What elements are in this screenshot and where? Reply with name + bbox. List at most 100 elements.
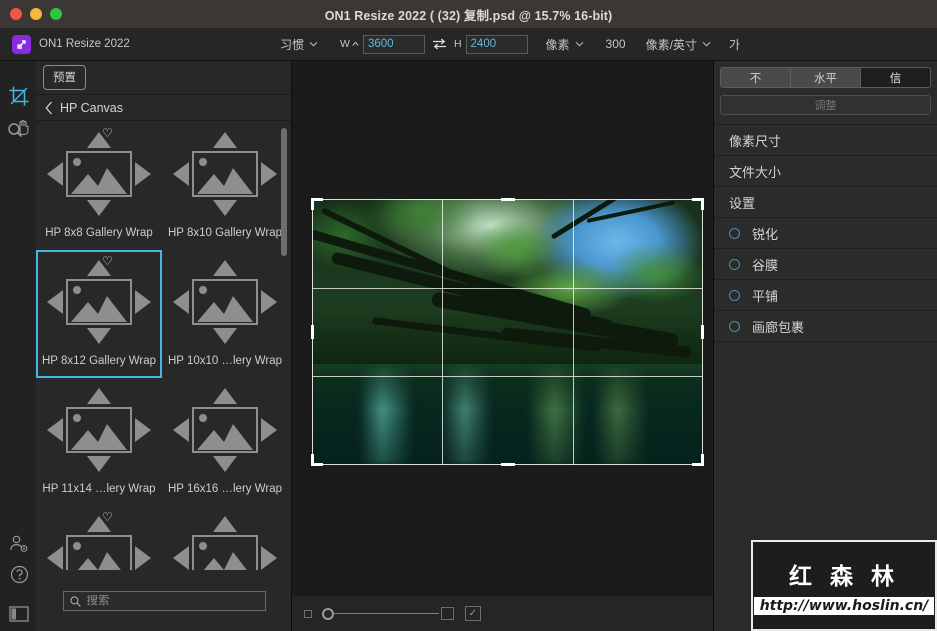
panel-row-pixel-dimensions[interactable]: 像素尺寸: [714, 125, 937, 156]
preset-item[interactable]: HP 8x10 Gallery Wrap: [162, 122, 288, 250]
heart-outline-icon[interactable]: ♡: [102, 511, 113, 523]
panel-row-tile[interactable]: 平铺: [714, 280, 937, 311]
preset-label: HP 11x14 …lery Wrap: [42, 482, 155, 496]
preset-item[interactable]: HP 10x10 …lery Wrap: [162, 250, 288, 378]
radio-icon[interactable]: [729, 259, 740, 270]
width-input[interactable]: [363, 35, 425, 54]
panel-row-label: 画廊包裹: [752, 317, 804, 336]
zoom-slider-handle[interactable]: [322, 608, 334, 620]
presets-chip[interactable]: 预置: [43, 65, 86, 90]
right-panel-tabs: 不 水平 信: [720, 67, 931, 88]
panel-row-file-size[interactable]: 文件大小: [714, 156, 937, 187]
search-input[interactable]: [87, 595, 259, 607]
brand: ON1 Resize 2022: [0, 35, 280, 54]
preset-item-selected[interactable]: ♡ HP 8x12 Gallery Wrap: [36, 250, 162, 378]
crop-handle-tr2[interactable]: [701, 198, 704, 210]
presets-search-area: [36, 571, 292, 631]
crop-frame: [312, 199, 703, 465]
canvas-area[interactable]: [292, 61, 713, 596]
resolution-units-dropdown[interactable]: 像素/英寸: [646, 36, 711, 53]
breadcrumb-label: HP Canvas: [60, 101, 123, 115]
image-resize-icon: [162, 506, 288, 570]
preset-item[interactable]: [162, 506, 288, 570]
preset-item[interactable]: HP 11x14 …lery Wrap: [36, 378, 162, 506]
right-panel-list: 像素尺寸 文件大小 设置 锐化 谷膜 平铺 画廊包裹: [714, 124, 937, 342]
crop-handle-tl2[interactable]: [311, 198, 314, 210]
resolution-value[interactable]: 300: [606, 37, 626, 51]
presets-row: ♡ HP 8x8 Gallery Wrap: [36, 122, 292, 250]
chevron-down-icon: [575, 41, 584, 47]
height-input[interactable]: [466, 35, 528, 54]
preset-label: HP 8x12 Gallery Wrap: [42, 354, 156, 368]
radio-icon[interactable]: [729, 290, 740, 301]
radio-icon[interactable]: [729, 321, 740, 332]
units-label: 像素: [546, 36, 570, 53]
panel-layout-icon[interactable]: [6, 601, 32, 627]
watermark-title: 红 森 林: [789, 557, 899, 591]
preset-item[interactable]: ♡: [36, 506, 162, 570]
search-box[interactable]: [63, 591, 266, 611]
swap-arrows-icon[interactable]: [432, 38, 447, 50]
heart-outline-icon[interactable]: ♡: [102, 255, 113, 267]
crop-handle-top[interactable]: [501, 198, 515, 201]
presets-scrollbar[interactable]: [281, 128, 287, 256]
presets-row: HP 11x14 …lery Wrap: [36, 378, 292, 506]
adjust-button[interactable]: 调整: [720, 95, 931, 115]
crop-handle-left[interactable]: [311, 325, 314, 339]
extra-toolbar-label[interactable]: 가: [729, 36, 740, 53]
panel-row-gallery-wrap[interactable]: 画廊包裹: [714, 311, 937, 342]
panel-row-label: 平铺: [752, 286, 778, 305]
panel-row-settings[interactable]: 设置: [714, 187, 937, 218]
preset-mode-dropdown[interactable]: 习惯: [280, 36, 318, 53]
crop-tool-icon[interactable]: [6, 83, 32, 109]
on1-logo-icon: [12, 35, 31, 54]
crop-gridline-h1: [312, 288, 703, 289]
watermark-overlay: 红 森 林 http://www.hoslin.cn/: [751, 540, 937, 631]
square-icon[interactable]: [441, 607, 454, 620]
resolution-units-label: 像素/英寸: [646, 36, 697, 53]
title-bar: ON1 Resize 2022 ( (32) 复制.psd @ 15.7% 16…: [0, 0, 937, 28]
checkbox-icon[interactable]: ✓: [465, 606, 481, 621]
zoom-slider-track[interactable]: [334, 613, 439, 614]
width-label: W: [340, 38, 350, 50]
preset-label: HP 8x10 Gallery Wrap: [168, 226, 282, 240]
crop-handle-bl2[interactable]: [311, 454, 314, 466]
tab-none[interactable]: 不: [721, 68, 791, 87]
preset-label: HP 8x8 Gallery Wrap: [45, 226, 153, 240]
radio-icon[interactable]: [729, 228, 740, 239]
presets-row: ♡: [36, 506, 292, 570]
image-resize-icon: [36, 250, 162, 354]
crop-overlay[interactable]: [312, 199, 703, 465]
crop-gridline-v1: [442, 199, 443, 465]
image-resize-icon: [36, 506, 162, 570]
preset-item[interactable]: HP 16x16 …lery Wrap: [162, 378, 288, 506]
presets-breadcrumb[interactable]: HP Canvas: [36, 95, 291, 121]
crop-handle-bottom[interactable]: [501, 463, 515, 466]
question-circle-icon[interactable]: [6, 561, 32, 587]
magnifier-hand-icon[interactable]: [6, 116, 32, 142]
units-dropdown[interactable]: 像素: [546, 36, 584, 53]
presets-row: ♡ HP 8x12 Gallery Wrap: [36, 250, 292, 378]
brand-name: ON1 Resize 2022: [39, 38, 130, 50]
image-resize-icon: [162, 250, 288, 354]
panel-row-sharpening[interactable]: 锐化: [714, 218, 937, 249]
app-window: ON1 Resize 2022 ( (32) 复制.psd @ 15.7% 16…: [0, 0, 937, 631]
crop-gridline-v2: [573, 199, 574, 465]
tab-horizontal[interactable]: 水平: [791, 68, 861, 87]
chevron-left-icon[interactable]: [45, 101, 53, 115]
presets-grid[interactable]: ♡ HP 8x8 Gallery Wrap: [36, 122, 292, 570]
heart-outline-icon[interactable]: ♡: [102, 127, 113, 139]
panel-row-label: 锐化: [752, 224, 778, 243]
height-label: H: [454, 38, 462, 50]
preset-item[interactable]: ♡ HP 8x8 Gallery Wrap: [36, 122, 162, 250]
tool-rail: [0, 61, 36, 631]
crop-handle-right[interactable]: [701, 325, 704, 339]
image-resize-icon: [36, 378, 162, 482]
tab-info[interactable]: 信: [861, 68, 930, 87]
crop-handle-br2[interactable]: [701, 454, 704, 466]
presets-header: 预置: [36, 61, 291, 95]
panel-row-film-grain[interactable]: 谷膜: [714, 249, 937, 280]
fit-square-icon[interactable]: [304, 610, 312, 618]
preset-label: HP 10x10 …lery Wrap: [168, 354, 282, 368]
user-gear-icon[interactable]: [6, 531, 32, 557]
